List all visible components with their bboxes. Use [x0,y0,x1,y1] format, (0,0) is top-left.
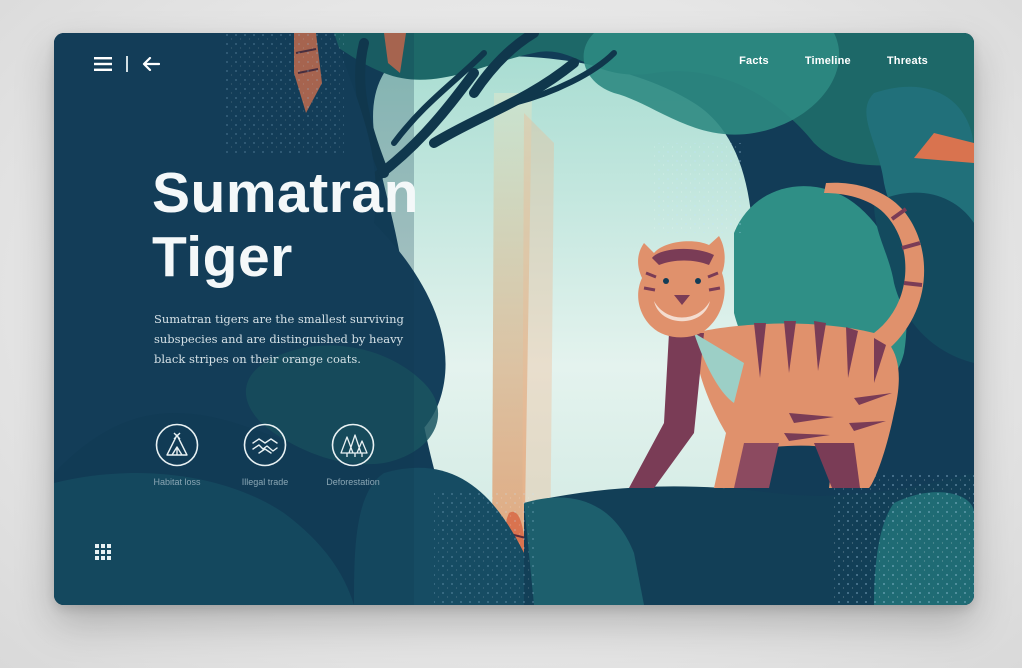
hands-icon [243,423,287,467]
threat-label: Deforestation [326,477,380,487]
page-title: Sumatran Tiger [152,161,419,289]
threat-deforestation[interactable]: Deforestation [320,423,386,487]
hero-description: Sumatran tigers are the smallest survivi… [154,312,404,366]
threats-list: Habitat loss Illegal trade Deforestation [144,423,386,487]
toolbar-divider [126,56,128,72]
top-left-controls [92,53,162,75]
arrow-left-icon[interactable] [140,53,162,75]
hero-card: Facts Timeline Threats Sumatran Tiger Su… [54,33,974,605]
trees-icon [331,423,375,467]
apps-grid-icon[interactable] [94,543,112,561]
threat-illegal-trade[interactable]: Illegal trade [232,423,298,487]
nav-link-threats[interactable]: Threats [887,55,928,67]
threat-label: Habitat loss [153,477,201,487]
threat-label: Illegal trade [241,477,289,487]
top-navigation: Facts Timeline Threats [739,55,928,67]
page-title-line2: Tiger [152,225,293,289]
hamburger-menu-icon[interactable] [92,53,114,75]
page-title-line1: Sumatran [152,161,419,225]
threat-habitat-loss[interactable]: Habitat loss [144,423,210,487]
nav-link-timeline[interactable]: Timeline [805,55,851,67]
tent-icon [155,423,199,467]
nav-link-facts[interactable]: Facts [739,55,769,67]
